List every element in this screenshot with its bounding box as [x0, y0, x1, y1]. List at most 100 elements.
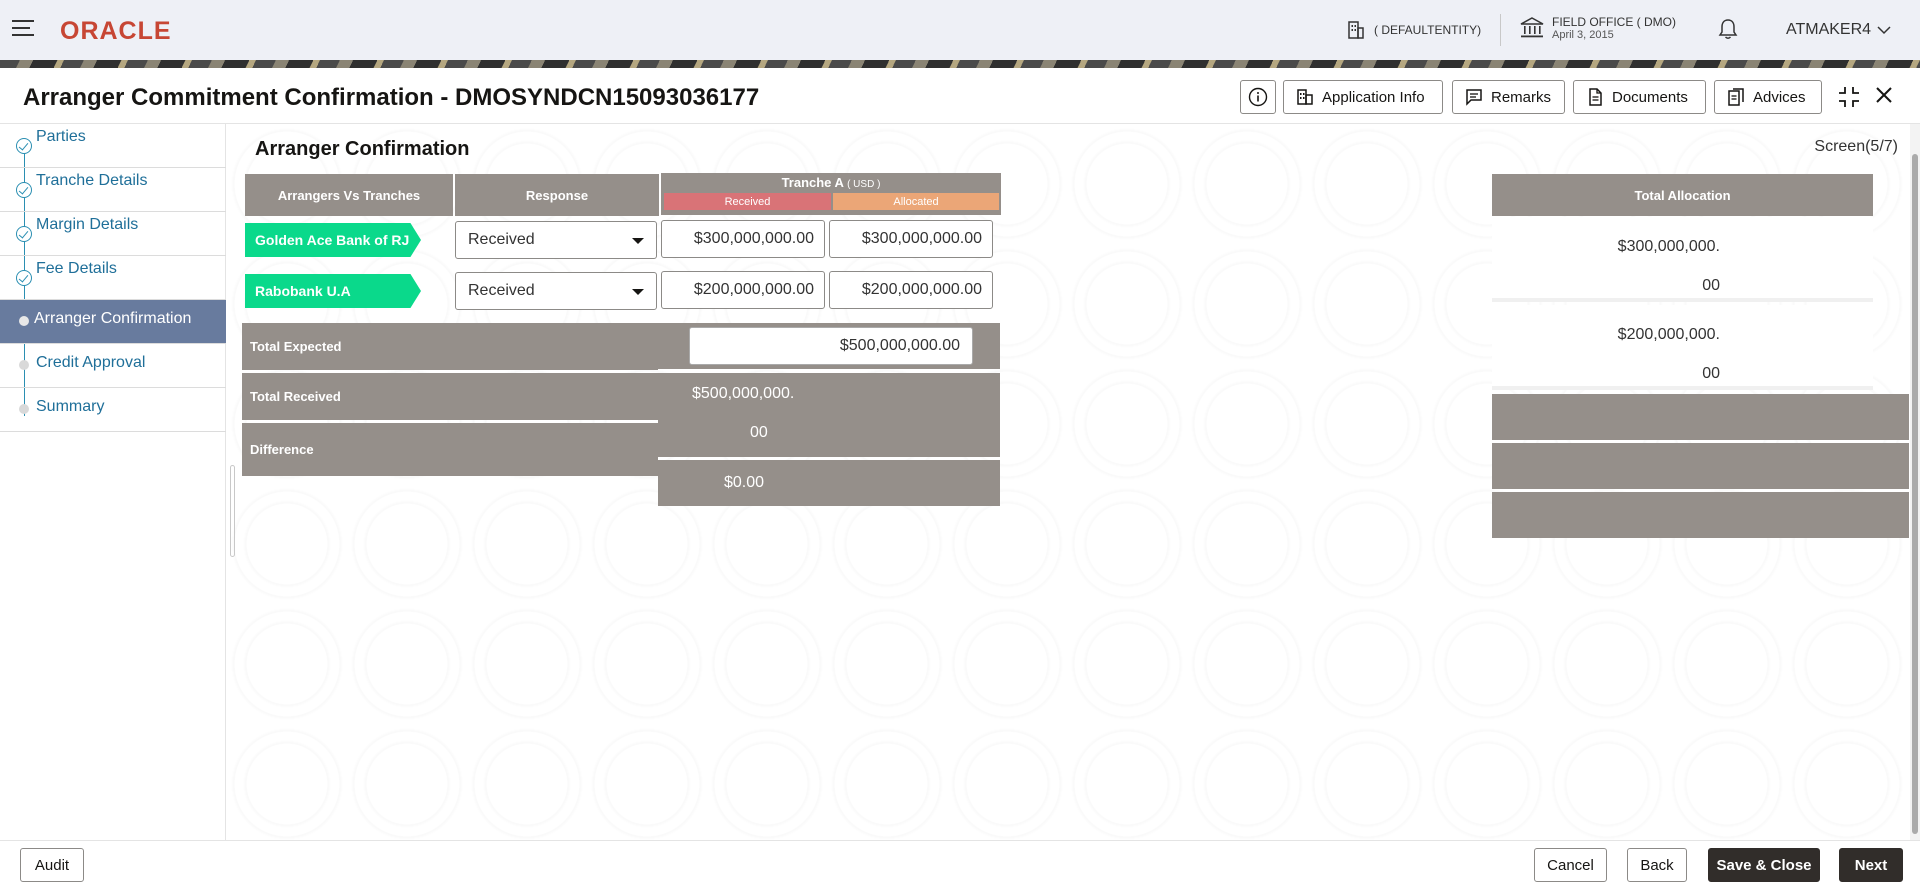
vertical-scrollbar[interactable]: [1910, 124, 1920, 840]
caret-down-icon: [632, 289, 644, 295]
pending-step-dot-icon: [19, 404, 29, 414]
response-select[interactable]: Received: [455, 272, 657, 310]
arranger-tag: Rabobank U.A: [245, 274, 421, 308]
allocated-amount-input[interactable]: $200,000,000.00: [829, 271, 993, 309]
check-circle-icon: [16, 138, 32, 154]
content-area: Arranger Confirmation Screen(5/7) Arrang…: [227, 124, 1920, 840]
title-bar: Arranger Commitment Confirmation - DMOSY…: [0, 68, 1920, 124]
sidebar-item-label: Tranche Details: [36, 172, 148, 189]
response-select[interactable]: Received: [455, 221, 657, 259]
tranche-name: Tranche A: [781, 175, 844, 190]
office-name: FIELD OFFICE ( DMO): [1552, 15, 1676, 29]
column-header-tranche: Tranche A ( USD ) Received Allocated: [661, 173, 1001, 215]
total-allocation-value-cents: 00: [1702, 277, 1720, 294]
difference-cell: $0.00: [658, 460, 1000, 506]
sidebar-item-label: Fee Details: [36, 260, 117, 277]
total-allocation-summary-cell: [1492, 492, 1909, 538]
allocated-amount-input[interactable]: $300,000,000.00: [829, 220, 993, 258]
panel-resize-handle[interactable]: [230, 465, 235, 557]
sidebar-item-label: Arranger Confirmation: [34, 310, 192, 327]
arranger-tag: Golden Ace Bank of RJ: [245, 223, 421, 257]
screen-counter: Screen(5/7): [1814, 138, 1898, 155]
sidebar-item-tranche-details[interactable]: Tranche Details: [0, 168, 226, 212]
sidebar-item-label: Credit Approval: [36, 354, 146, 371]
check-circle-icon: [16, 226, 32, 242]
sidebar-item-parties[interactable]: Parties: [0, 124, 226, 168]
comment-icon: [1466, 89, 1482, 106]
top-bar: ORACLE ( DEFAULTENTITY) FIELD OFFICE ( D…: [0, 0, 1920, 60]
oracle-logo: ORACLE: [60, 17, 172, 45]
document-icon: [1589, 88, 1602, 106]
total-allocation-cell: $200,000,000. 00: [1492, 305, 1873, 390]
entity-selector[interactable]: ( DEFAULTENTITY): [1346, 20, 1481, 40]
total-expected-input[interactable]: $500,000,000.00: [689, 327, 973, 365]
hamburger-menu-icon[interactable]: [12, 20, 34, 38]
user-menu[interactable]: ATMAKER4: [1786, 21, 1891, 39]
total-allocation-value-cents: 00: [1702, 365, 1720, 382]
check-circle-icon: [16, 270, 32, 286]
main-panel: Arranger Commitment Confirmation - DMOSY…: [0, 68, 1920, 886]
response-value: Received: [468, 231, 535, 248]
received-amount-input[interactable]: $200,000,000.00: [661, 271, 825, 309]
column-header-response: Response: [455, 174, 659, 216]
remarks-button[interactable]: Remarks: [1452, 80, 1565, 114]
current-step-dot-icon: [19, 316, 29, 326]
total-allocation-summary-cell: [1492, 394, 1909, 440]
page-title: Arranger Commitment Confirmation - DMOSY…: [23, 84, 760, 111]
total-allocation-cell: $300,000,000. 00: [1492, 217, 1873, 302]
next-button[interactable]: Next: [1839, 848, 1903, 882]
info-button[interactable]: [1240, 80, 1276, 114]
notifications-bell-icon[interactable]: [1718, 18, 1738, 45]
info-icon: [1248, 87, 1268, 107]
decorative-banner: [0, 60, 1920, 68]
pending-step-dot-icon: [19, 360, 29, 370]
total-received-cell: $500,000,000. 00: [658, 373, 1000, 457]
building-icon: [1297, 89, 1313, 105]
expand-icon[interactable]: [1838, 86, 1860, 113]
total-received-label: Total Received: [242, 373, 658, 420]
subheader-received: Received: [664, 193, 831, 210]
sidebar-item-label: Summary: [36, 398, 105, 415]
difference-label: Difference: [242, 423, 658, 476]
entity-label: ( DEFAULTENTITY): [1374, 23, 1482, 37]
response-value: Received: [468, 282, 535, 299]
documents-button[interactable]: Documents: [1573, 80, 1706, 114]
office-date: April 3, 2015: [1552, 29, 1614, 41]
advice-document-icon: [1728, 88, 1744, 106]
scrollbar-thumb[interactable]: [1912, 154, 1918, 834]
office-selector[interactable]: FIELD OFFICE ( DMO) April 3, 2015: [1520, 15, 1676, 41]
total-allocation-value: $200,000,000.: [1617, 326, 1720, 343]
sidebar-item-fee-details[interactable]: Fee Details: [0, 256, 226, 300]
remarks-label: Remarks: [1491, 88, 1552, 106]
bank-icon: [1520, 17, 1544, 38]
difference-value: $0.00: [724, 474, 765, 491]
total-expected-label: Total Expected: [242, 323, 658, 370]
header-divider: [1500, 14, 1501, 46]
chevron-down-icon: [1877, 26, 1891, 35]
sidebar-item-arranger-confirmation[interactable]: Arranger Confirmation: [0, 300, 226, 344]
sidebar-item-label: Parties: [36, 128, 86, 145]
application-info-button[interactable]: Application Info: [1283, 80, 1443, 114]
advices-label: Advices: [1753, 88, 1806, 106]
sidebar-item-credit-approval[interactable]: Credit Approval: [0, 344, 226, 388]
total-received-value-cents: 00: [750, 424, 768, 441]
received-amount-input[interactable]: $300,000,000.00: [661, 220, 825, 258]
advices-button[interactable]: Advices: [1714, 80, 1822, 114]
column-header-total-allocation: Total Allocation: [1492, 174, 1873, 216]
application-info-label: Application Info: [1322, 88, 1425, 106]
documents-label: Documents: [1612, 88, 1688, 106]
tranche-currency: ( USD ): [847, 179, 881, 190]
back-button[interactable]: Back: [1627, 848, 1687, 882]
sidebar-item-summary[interactable]: Summary: [0, 388, 226, 432]
cancel-button[interactable]: Cancel: [1534, 848, 1607, 882]
footer-bar: Audit Cancel Back Save & Close Next: [0, 840, 1920, 886]
total-allocation-value: $300,000,000.: [1617, 238, 1720, 255]
sidebar-item-label: Margin Details: [36, 216, 139, 233]
user-name: ATMAKER4: [1786, 21, 1872, 38]
save-and-close-button[interactable]: Save & Close: [1708, 848, 1820, 882]
tranche-title: Tranche A ( USD ): [661, 175, 1001, 190]
audit-button[interactable]: Audit: [20, 848, 84, 882]
close-icon[interactable]: [1874, 85, 1894, 110]
sidebar-item-margin-details[interactable]: Margin Details: [0, 212, 226, 256]
total-expected-cell: $500,000,000.00: [658, 323, 1000, 369]
